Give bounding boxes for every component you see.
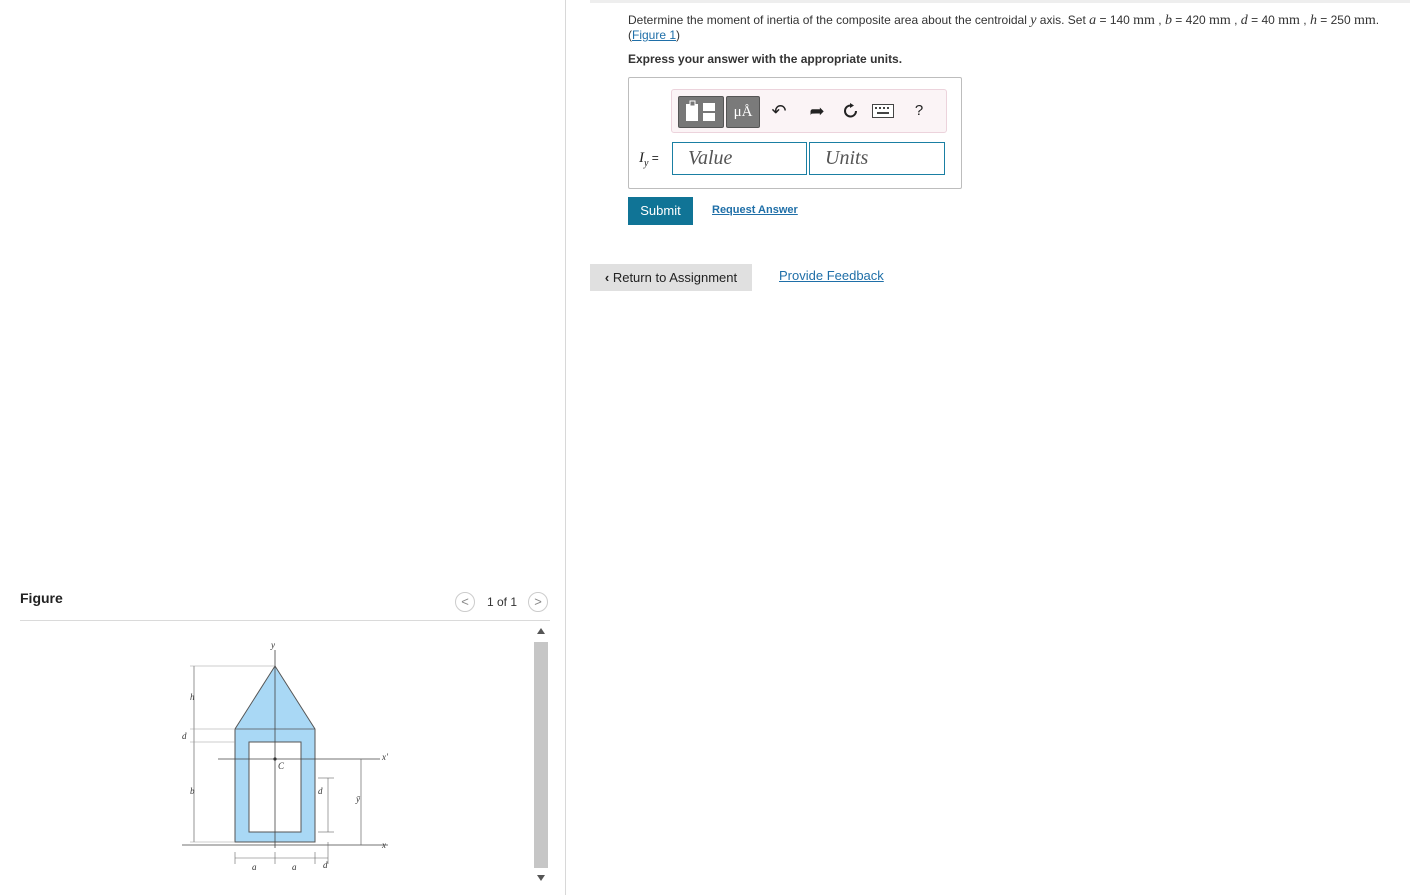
centroid-point [273,757,277,761]
b-var: b [1164,13,1172,28]
figure-scrollbar[interactable] [532,624,550,890]
express-instruction: Express your answer with the appropriate… [628,52,903,66]
composite-area-figure: y h d b C x′ x ȳ d a a d [182,640,389,872]
question-prefix: Determine the moment of inertia of the c… [628,13,1031,27]
y-label: y [270,640,275,650]
figure-title: Figure [20,590,63,606]
x-label: x [381,840,386,850]
next-figure-button[interactable]: > [528,592,548,612]
b-unit: mm [1209,13,1231,28]
sep-1: , [1154,13,1165,27]
return-label: Return to Assignment [612,270,738,285]
panel-divider [565,0,566,895]
bottom-d-label: d [323,860,328,870]
scroll-up-icon[interactable] [537,628,545,634]
chevron-left-icon: ‹ [604,270,610,285]
question-end: . [1375,13,1380,27]
units-symbol-button[interactable]: μÅ [726,96,760,128]
figure-divider [20,620,550,621]
prev-figure-button[interactable]: < [455,592,475,612]
a-label-right: a [292,862,297,872]
undo-icon[interactable]: ↶ [766,97,792,125]
reset-icon[interactable] [838,97,864,125]
h-unit: mm [1353,13,1376,28]
a-label-left: a [252,862,257,872]
return-to-assignment-button[interactable]: ‹ Return to Assignment [590,264,752,291]
request-answer-link[interactable]: Request Answer [712,204,798,216]
h-label: h [190,692,195,702]
b-label: b [190,786,195,796]
provide-feedback-link[interactable]: Provide Feedback [779,268,884,283]
templates-icon [686,100,715,121]
d-value: = 40 [1247,13,1279,27]
answer-box: μÅ ↶ ➦ ? Iy = [628,77,962,189]
d-var: d [1240,13,1248,28]
sep-2: , [1230,13,1241,27]
sep-3: , [1299,13,1310,27]
d-label: d [182,731,187,741]
scroll-down-icon[interactable] [537,875,545,881]
right-d-label: d [318,786,323,796]
redo-icon[interactable]: ➦ [804,97,830,125]
h-value: = 250 [1316,13,1354,27]
submit-button[interactable]: Submit [628,197,693,225]
top-bar [590,0,1410,3]
b-value: = 420 [1171,13,1209,27]
label-eq: = [648,151,659,165]
c-label: C [278,761,285,771]
answer-label: Iy = [639,150,659,169]
h-var: h [1309,13,1317,28]
value-input[interactable] [672,142,807,175]
a-value: = 140 [1096,13,1134,27]
help-icon[interactable]: ? [906,97,932,125]
question-text: Determine the moment of inertia of the c… [628,13,1379,43]
math-toolbar: μÅ ↶ ➦ ? [671,89,947,133]
a-unit: mm [1133,13,1155,28]
ybar-label: ȳ [355,794,361,804]
templates-button[interactable] [678,96,724,128]
d-unit: mm [1278,13,1300,28]
close-paren: ) [676,28,681,42]
figure-link[interactable]: Figure 1 [632,28,676,42]
axis-word: axis. Set [1036,13,1090,27]
units-input[interactable] [809,142,945,175]
pager-count: 1 of 1 [487,595,518,609]
scroll-thumb[interactable] [534,642,548,868]
x-prime-label: x′ [381,752,389,762]
keyboard-icon[interactable] [870,97,896,125]
figure-pager: < 1 of 1 > [455,592,555,612]
